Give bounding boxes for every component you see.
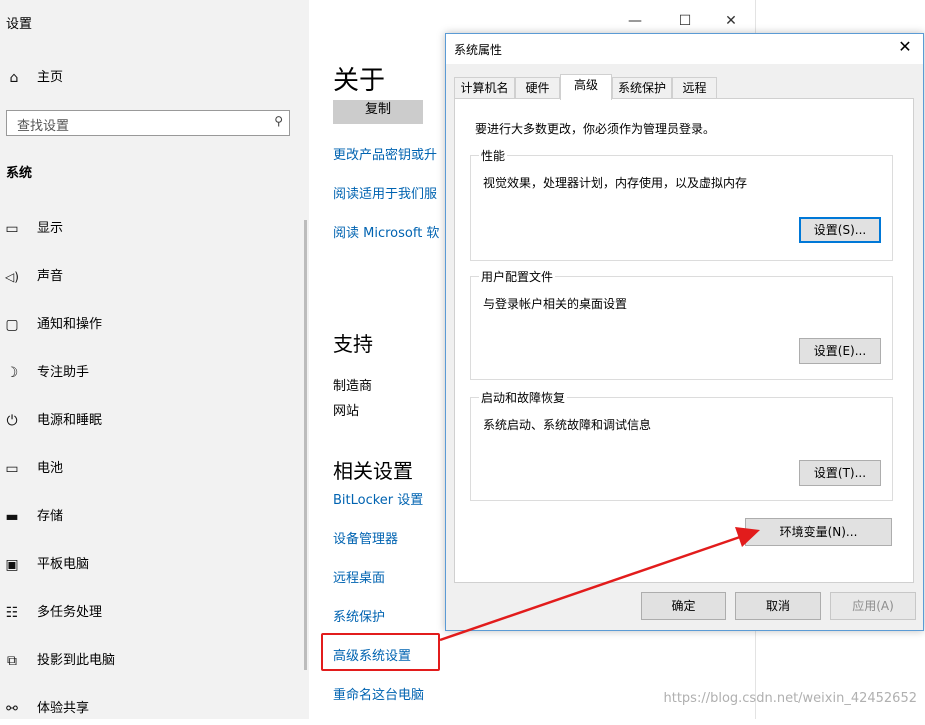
sidebar-item-tablet[interactable]: ▣ 平板电脑 (0, 551, 300, 581)
search-input[interactable]: 查找设置 ⚲ (6, 110, 290, 136)
close-window-button[interactable]: ✕ (716, 10, 746, 32)
share-icon: ⚯ (6, 701, 18, 717)
sidebar-item-label: 显示 (37, 221, 64, 236)
user-profiles-settings-button[interactable]: 设置(E)... (799, 338, 881, 364)
group-title: 用户配置文件 (479, 268, 556, 285)
sidebar-item-focus-assist[interactable]: ☽ 专注助手 (0, 359, 300, 389)
settings-sidebar: 设置 ⌂ 主页 查找设置 ⚲ 系统 ▭ 显示 ◁) 声音 ▢ 通知和操作 ☽ 专… (0, 0, 309, 719)
sidebar-item-multitasking[interactable]: ☷ 多任务处理 (0, 599, 300, 629)
remote-desktop-link[interactable]: 远程桌面 (333, 567, 385, 586)
group-title: 启动和故障恢复 (479, 389, 568, 406)
website-label: 网站 (333, 404, 360, 419)
copy-button[interactable]: 复制 (333, 100, 423, 124)
page-title: 关于 (333, 66, 386, 96)
read-license-terms-link[interactable]: 阅读 Microsoft 软 (333, 222, 439, 241)
sidebar-item-label: 通知和操作 (37, 317, 103, 332)
sidebar-item-shared-experiences[interactable]: ⚯ 体验共享 (0, 695, 300, 725)
tablet-icon: ▣ (5, 557, 19, 573)
power-icon: ⏻ (6, 413, 18, 429)
advanced-tab-panel: 要进行大多数更改，你必须作为管理员登录。 性能 视觉效果，处理器计划，内存使用，… (454, 98, 914, 583)
sidebar-item-label: 体验共享 (37, 701, 90, 716)
dialog-titlebar: 系统属性 ✕ (446, 34, 923, 64)
environment-variables-button[interactable]: 环境变量(N)... (745, 518, 892, 546)
battery-icon: ▭ (5, 461, 19, 477)
sidebar-item-label: 存储 (37, 509, 64, 524)
admin-note: 要进行大多数更改，你必须作为管理员登录。 (475, 122, 716, 136)
sidebar-item-label: 电池 (37, 461, 64, 476)
sidebar-item-notifications[interactable]: ▢ 通知和操作 (0, 311, 300, 341)
search-icon: ⚲ (274, 114, 283, 128)
maximize-button[interactable]: ☐ (670, 10, 700, 32)
support-heading: 支持 (333, 332, 373, 356)
device-manager-link[interactable]: 设备管理器 (333, 528, 398, 547)
close-icon[interactable]: ✕ (895, 37, 915, 56)
sidebar-item-project[interactable]: ⧉ 投影到此电脑 (0, 647, 300, 677)
change-product-key-link[interactable]: 更改产品密钥或升 (333, 144, 437, 163)
ok-button[interactable]: 确定 (641, 592, 726, 620)
speaker-icon: ◁) (5, 270, 19, 284)
manufacturer-label: 制造商 (333, 379, 373, 394)
project-icon: ⧉ (7, 653, 17, 669)
cancel-button[interactable]: 取消 (735, 592, 821, 620)
sidebar-item-label: 专注助手 (37, 365, 90, 380)
system-protection-link[interactable]: 系统保护 (333, 606, 385, 625)
read-services-agreement-link[interactable]: 阅读适用于我们服 (333, 183, 437, 202)
performance-group: 性能 视觉效果，处理器计划，内存使用，以及虚拟内存 设置(S)... (470, 147, 893, 261)
related-settings-heading: 相关设置 (333, 459, 413, 483)
app-title: 设置 (6, 17, 33, 32)
multitask-icon: ☷ (5, 605, 19, 621)
group-description: 与登录帐户相关的桌面设置 (483, 297, 628, 311)
storage-icon: ▬ (5, 509, 19, 525)
notification-icon: ▢ (5, 317, 19, 333)
window-controls: — ☐ ✕ (620, 10, 750, 32)
home-icon: ⌂ (9, 70, 19, 86)
minimize-button[interactable]: — (620, 10, 650, 32)
startup-recovery-settings-button[interactable]: 设置(T)... (799, 460, 881, 486)
group-description: 视觉效果，处理器计划，内存使用，以及虚拟内存 (483, 176, 748, 190)
sidebar-item-sound[interactable]: ◁) 声音 (0, 263, 300, 293)
home-label: 主页 (37, 70, 64, 85)
system-properties-dialog: 系统属性 ✕ 计算机名 硬件 高级 系统保护 远程 要进行大多数更改，你必须作为… (445, 33, 924, 631)
tab-hardware[interactable]: 硬件 (515, 77, 560, 99)
sidebar-item-battery[interactable]: ▭ 电池 (0, 455, 300, 485)
sidebar-item-power[interactable]: ⏻ 电源和睡眠 (0, 407, 300, 437)
bitlocker-link[interactable]: BitLocker 设置 (333, 489, 423, 508)
sidebar-item-label: 声音 (37, 269, 64, 284)
monitor-icon: ▭ (5, 221, 19, 237)
tab-advanced[interactable]: 高级 (560, 74, 612, 100)
sidebar-item-label: 电源和睡眠 (37, 413, 103, 428)
watermark: https://blog.csdn.net/weixin_42452652 (663, 691, 917, 706)
sidebar-item-display[interactable]: ▭ 显示 (0, 215, 300, 245)
highlight-annotation (321, 633, 440, 671)
sidebar-item-label: 平板电脑 (37, 557, 90, 572)
section-title: 系统 (6, 166, 33, 181)
moon-icon: ☽ (5, 365, 19, 381)
startup-recovery-group: 启动和故障恢复 系统启动、系统故障和调试信息 设置(T)... (470, 389, 893, 501)
user-profiles-group: 用户配置文件 与登录帐户相关的桌面设置 设置(E)... (470, 268, 893, 380)
group-description: 系统启动、系统故障和调试信息 (483, 418, 652, 432)
apply-button[interactable]: 应用(A) (830, 592, 916, 620)
sidebar-item-label: 多任务处理 (37, 605, 103, 620)
sidebar-item-storage[interactable]: ▬ 存储 (0, 503, 300, 533)
sidebar-item-home[interactable]: ⌂ 主页 (0, 64, 309, 94)
rename-pc-link[interactable]: 重命名这台电脑 (333, 684, 424, 703)
dialog-title: 系统属性 (454, 43, 503, 57)
tab-computer-name[interactable]: 计算机名 (454, 77, 515, 99)
tab-system-protection[interactable]: 系统保护 (612, 77, 672, 99)
tab-remote[interactable]: 远程 (672, 77, 717, 99)
search-placeholder: 查找设置 (17, 119, 70, 134)
sidebar-item-label: 投影到此电脑 (37, 653, 116, 668)
group-title: 性能 (479, 147, 508, 164)
performance-settings-button[interactable]: 设置(S)... (799, 217, 881, 243)
sidebar-scrollbar[interactable] (304, 220, 307, 670)
